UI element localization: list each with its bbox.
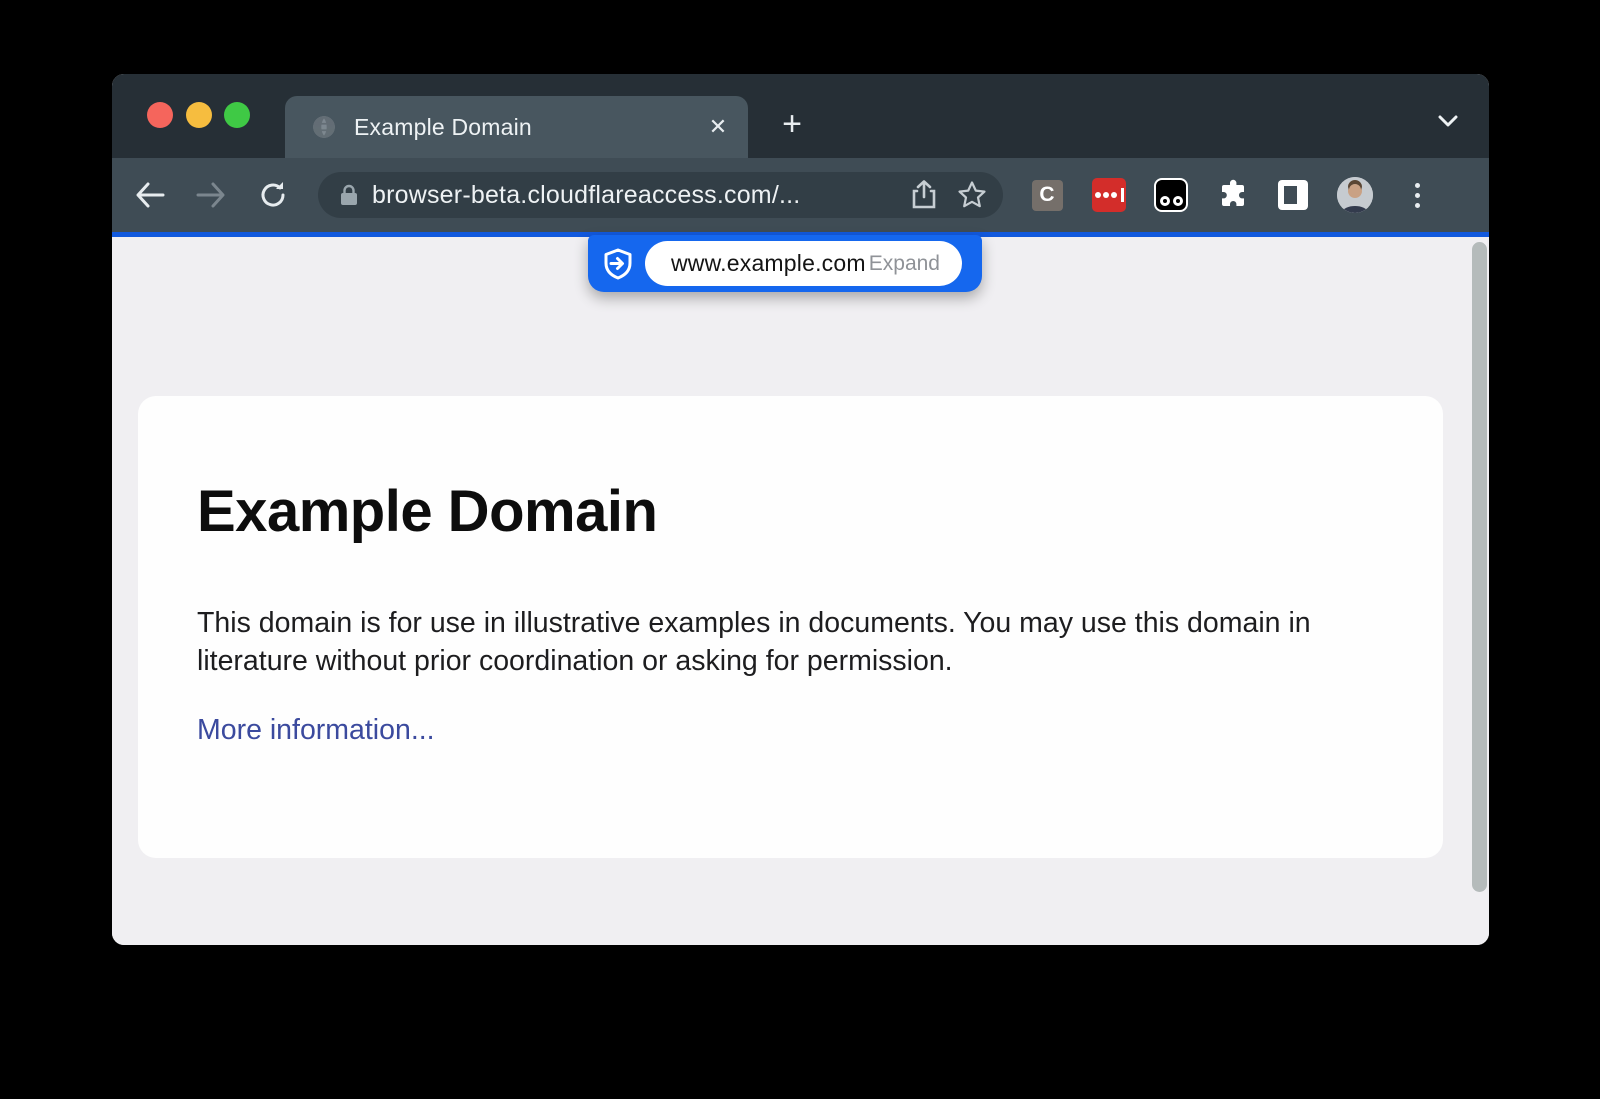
chevron-down-icon[interactable] [1438, 114, 1458, 128]
more-information-link[interactable]: More information... [197, 714, 435, 747]
new-tab-button[interactable]: + [772, 104, 812, 144]
reload-button[interactable] [252, 174, 294, 216]
back-button[interactable] [129, 174, 171, 216]
two-circles-icon [1154, 178, 1188, 212]
lock-icon [340, 184, 358, 206]
url-text: browser-beta.cloudflareaccess.com/... [372, 181, 907, 210]
page-title: Example Domain [197, 478, 657, 545]
content-card: Example Domain This domain is for use in… [138, 396, 1443, 858]
page-viewport: www.example.com Expand Example Domain Th… [112, 237, 1489, 945]
window-minimize-button[interactable] [186, 102, 212, 128]
extension-lastpass-button[interactable] [1090, 176, 1128, 214]
browser-tab[interactable]: Example Domain ✕ [285, 96, 748, 158]
star-icon [957, 180, 987, 210]
extension-c-button[interactable]: C [1028, 176, 1066, 214]
address-bar[interactable]: browser-beta.cloudflareaccess.com/... [318, 172, 1003, 218]
globe-favicon-icon [311, 114, 337, 140]
share-button[interactable] [907, 178, 941, 212]
extension-frame-button[interactable] [1274, 176, 1312, 214]
forward-button[interactable] [190, 174, 232, 216]
frame-icon [1278, 180, 1308, 210]
forward-arrow-icon [195, 181, 227, 209]
browser-toolbar: browser-beta.cloudflareaccess.com/... C [112, 158, 1489, 232]
expand-button[interactable]: Expand [869, 252, 940, 276]
profile-button[interactable] [1336, 176, 1374, 214]
isolation-domain-pill: www.example.com Expand [588, 235, 982, 292]
vertical-scrollbar[interactable] [1472, 242, 1487, 892]
avatar [1337, 177, 1373, 213]
puzzle-piece-icon [1217, 179, 1249, 211]
extension-black-circles-button[interactable] [1152, 176, 1190, 214]
extensions-menu-button[interactable] [1214, 176, 1252, 214]
share-icon [911, 180, 937, 210]
kebab-menu-icon [1415, 183, 1420, 208]
back-arrow-icon [134, 181, 166, 209]
window-zoom-button[interactable] [224, 102, 250, 128]
tab-close-icon[interactable]: ✕ [700, 109, 736, 145]
window-close-button[interactable] [147, 102, 173, 128]
tab-title: Example Domain [354, 114, 700, 141]
isolation-url-field[interactable]: www.example.com Expand [645, 241, 962, 286]
browser-window: Example Domain ✕ + [112, 74, 1489, 945]
shield-arrow-icon [603, 248, 633, 280]
lastpass-dots-icon [1092, 178, 1126, 212]
browser-menu-button[interactable] [1398, 176, 1436, 214]
page-paragraph: This domain is for use in illustrative e… [197, 604, 1357, 680]
bookmark-button[interactable] [955, 178, 989, 212]
isolated-domain-text: www.example.com [671, 250, 866, 277]
reload-icon [258, 180, 288, 210]
tab-strip: Example Domain ✕ + [112, 74, 1489, 158]
extension-c-icon: C [1032, 180, 1063, 211]
